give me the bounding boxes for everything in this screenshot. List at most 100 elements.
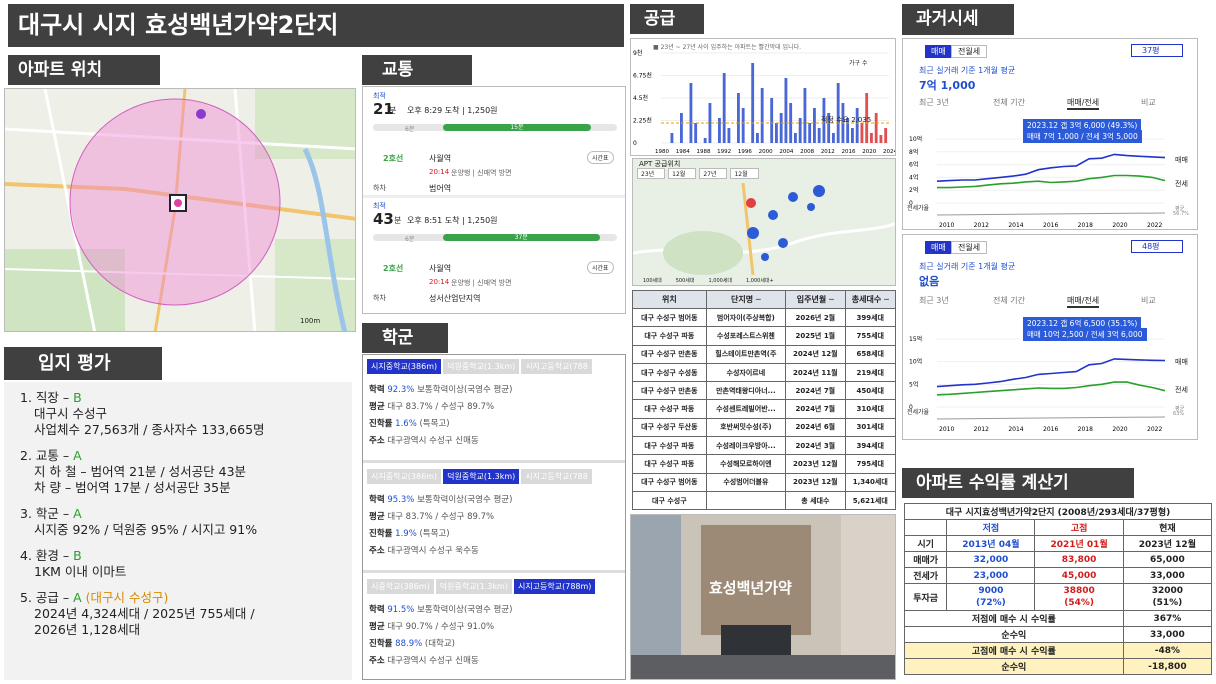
- period-tab[interactable]: 매매/전세: [1067, 97, 1100, 110]
- calc-title: 대구 시지효성백년가약2단지 (2008년/293세대/37평형): [904, 503, 1212, 520]
- calc-invest-low: 9000 (72%): [946, 583, 1036, 611]
- tab-rent[interactable]: 전월세: [951, 45, 988, 58]
- supply-bar: [855, 108, 859, 143]
- ratio-label: 전세가율: [907, 205, 930, 212]
- apt-map-select[interactable]: 23년: [637, 168, 666, 179]
- supply-table-header[interactable]: 입주년월 ─: [785, 290, 846, 309]
- school-tab[interactable]: 시지중학교(386m): [367, 359, 442, 374]
- line-label: 2호선: [383, 154, 404, 163]
- supply-bars: 9천 6.75천 4.5천 2.25천 0 1980 1984 1988 1992 1996 200…: [633, 49, 895, 155]
- school-stat-row: 학력 95.3% 보통학력이상(국영수 평균): [369, 495, 513, 505]
- supply-bar: [870, 133, 873, 143]
- eval-line: 2024년 4,324세대 / 2025년 755세대 /: [34, 606, 255, 621]
- table-row: 대구 수성구 만촌동 힐스테이트만촌역(주 2024년 12월 658세대: [632, 344, 896, 364]
- period-tab[interactable]: 전체 기간: [993, 295, 1025, 306]
- supply-table-cell: 총 세대수: [785, 490, 846, 511]
- school-tab[interactable]: 시지중학교(386m): [367, 469, 442, 484]
- school-tab[interactable]: 덕원중학교(1.3km): [435, 579, 512, 594]
- period-tab[interactable]: 비교: [1141, 97, 1156, 108]
- route-detail: 오후 8:51 도착 | 1,250원: [407, 216, 498, 225]
- school-tab[interactable]: 덕원중학교(1.3km): [443, 359, 520, 374]
- calc-summary-row: 고점에 매수 시 수익률 -48%: [904, 642, 1213, 659]
- supply-header: 공급: [630, 4, 704, 34]
- supply-table-header[interactable]: 위치: [632, 290, 707, 309]
- school-tab[interactable]: 시지고등학교(788: [521, 469, 592, 484]
- supply-table-cell: 2025년 1월: [785, 326, 846, 346]
- school-tab[interactable]: 시중학교(386m): [367, 579, 434, 594]
- eval-item: 2. 교통 – A지 하 철 – 범어역 21분 / 성서공단 43분 차 량 –…: [20, 448, 352, 496]
- ratio-avg: 56.7%: [1173, 211, 1189, 217]
- supply-legend: 가구 수: [849, 60, 868, 67]
- history-panel-37: 매매 전월세 37평 최근 실거래 기준 1개월 평균 7억 1,000 최근 3년 전체 …: [902, 38, 1198, 230]
- calc-col-now: 현재: [1122, 519, 1213, 536]
- calc-invest-high: 38800 (54%): [1034, 583, 1124, 611]
- chart-xtick: 2020: [1112, 426, 1127, 433]
- school-stat-row: 진학률 1.6% (특목고): [369, 419, 450, 429]
- apt-map-select[interactable]: 27년: [699, 168, 728, 179]
- school-stat-row: 진학률 1.9% (특목고): [369, 529, 450, 539]
- apt-supply-map[interactable]: APT 공급위치 23년 12월 27년 12월 100세대 500세대 1,000세대 1…: [632, 158, 896, 286]
- table-row: 대구 수성구 범어동 수성범어더블유 2023년 12월 1,340세대: [632, 472, 896, 492]
- tab-sale[interactable]: 매매: [925, 241, 952, 254]
- supply-table-header[interactable]: 단지명 ─: [705, 290, 787, 309]
- supply-table-cell: 755세대: [844, 326, 896, 346]
- supply-table-cell: 2024년 11월: [785, 362, 846, 383]
- period-tab[interactable]: 비교: [1141, 295, 1156, 306]
- period-tab[interactable]: 최근 3년: [919, 295, 949, 306]
- size-select[interactable]: 48평: [1131, 240, 1183, 253]
- location-map[interactable]: 100m: [4, 88, 356, 332]
- eval-item: 1. 직장 – B 대구시 수성구 사업체수 27,563개 / 종사자수 133,…: [20, 390, 352, 438]
- period-tab[interactable]: 전체 기간: [993, 97, 1025, 108]
- legend-rent: 전세: [1175, 386, 1188, 394]
- supply-bar: [817, 128, 821, 143]
- supply-bar: [775, 123, 778, 143]
- ratio-line: [936, 212, 1166, 216]
- dest-label: 하차: [373, 294, 386, 302]
- chart-ytick: 6억: [909, 161, 918, 169]
- supply-table: 위치 단지명 ─ 입주년월 ─ 총세대수 ─ 대구 수성구 범어동 범어자이(주상복합) 2…: [632, 290, 896, 511]
- supply-table-cell: 만촌역태왕디아너...: [705, 381, 787, 401]
- supply-table-cell: 대구 수성구 수성동: [632, 362, 707, 383]
- school-card: 시중학교(386m) 덕원중학교(1.3km) 시지고등학교(788m) 학력 91.…: [363, 575, 625, 679]
- legend-rent: 전세: [1175, 180, 1188, 188]
- route-ride-bar: 37분: [443, 234, 600, 241]
- eval-item: 4. 환경 – B 1KM 이내 이마트: [20, 548, 352, 580]
- chart-xtick: 2010: [939, 222, 954, 229]
- supply-table-cell: 795세대: [844, 454, 896, 474]
- apt-map-select[interactable]: 12월: [730, 168, 759, 179]
- school-tab[interactable]: 시지고등학교(788: [521, 359, 592, 374]
- tab-rent[interactable]: 전월세: [951, 241, 988, 254]
- school-tab[interactable]: 시지고등학교(788m): [513, 579, 596, 594]
- supply-table-header[interactable]: 총세대수 ─: [844, 290, 896, 309]
- supply-xtick: 1992: [717, 149, 731, 155]
- supply-xtick: 2012: [821, 149, 835, 155]
- supply-avg-label: 적정 수요 2,035: [821, 116, 872, 124]
- period-tab[interactable]: 매매/전세: [1067, 295, 1100, 308]
- calc-table: 대구 시지효성백년가약2단지 (2008년/293세대/37평형) 저점 고점 …: [903, 503, 1213, 675]
- chart-ytick: 15억: [909, 335, 922, 343]
- timetable-button[interactable]: 시간표: [587, 151, 614, 164]
- apt-map-select[interactable]: 12월: [668, 168, 697, 179]
- ratio-avg: 63%: [1173, 411, 1185, 417]
- supply-table-cell: 2024년 12월: [785, 344, 846, 364]
- apt-map-legend: 100세대: [643, 278, 662, 284]
- calc-col-high: 고점: [1034, 519, 1124, 536]
- supply-xtick: 2004: [779, 149, 793, 155]
- school-tab[interactable]: 덕원중학교(1.3km): [443, 469, 520, 484]
- chart-xtick: 2014: [1008, 426, 1023, 433]
- location-header: 아파트 위치: [8, 55, 160, 85]
- timetable-button[interactable]: 시간표: [587, 261, 614, 274]
- tab-sale[interactable]: 매매: [925, 45, 952, 58]
- departure-time: 20:14: [429, 278, 450, 286]
- supply-table-cell: 대구 수성구 두산동: [632, 417, 707, 438]
- chart-xtick: 2022: [1147, 222, 1162, 229]
- chart-xtick: 2012: [974, 222, 989, 229]
- eval-line: 1KM 이내 이마트: [34, 564, 127, 579]
- supply-ytick: 9천: [633, 49, 642, 57]
- eval-item-head: 2. 교통 – A: [20, 448, 82, 463]
- school-stat-row: 학력 92.3% 보통학력이상(국영수 평균): [369, 385, 513, 395]
- school-stat-row: 주소 대구광역시 수성구 신매동: [369, 656, 479, 666]
- period-tab[interactable]: 최근 3년: [919, 97, 949, 108]
- chart-xtick: 2012: [974, 426, 989, 433]
- size-select[interactable]: 37평: [1131, 44, 1183, 57]
